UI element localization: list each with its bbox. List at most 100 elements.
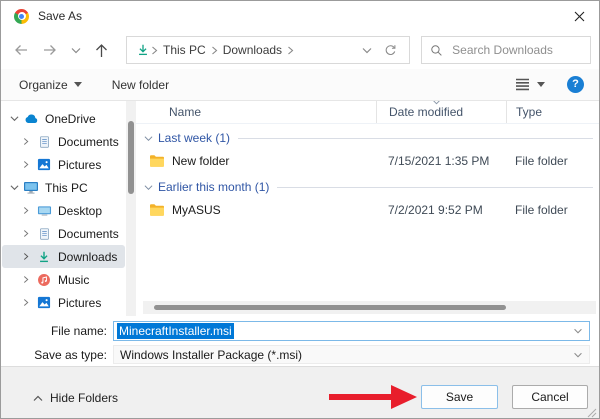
group-label: Earlier this month (1) (158, 180, 269, 194)
chevron-down-icon[interactable] (10, 184, 23, 191)
organize-label: Organize (19, 78, 68, 92)
save-as-dialog: Save As This PC Downloads (0, 0, 600, 419)
resize-grip[interactable] (587, 408, 597, 418)
recent-locations-button[interactable] (71, 47, 81, 54)
address-dropdown-button[interactable] (356, 47, 378, 54)
group-header-earlier-this-month[interactable]: Earlier this month (1) (136, 176, 599, 198)
dialog-footer: Hide Folders Save Cancel (1, 366, 599, 419)
sidebar-item-label: This PC (45, 181, 88, 195)
chevron-right-icon[interactable] (23, 252, 36, 261)
sort-indicator-icon (432, 101, 441, 105)
dropdown-caret-icon (74, 82, 82, 87)
file-type: File folder (506, 203, 599, 217)
file-name-value: MinecraftInstaller.msi (117, 323, 234, 339)
downloads-icon (36, 249, 52, 265)
chevron-right-icon[interactable] (23, 298, 36, 307)
sidebar-item-label: Pictures (58, 296, 101, 310)
group-header-last-week[interactable]: Last week (1) (136, 127, 599, 149)
file-name: MyASUS (172, 203, 221, 217)
new-folder-button[interactable]: New folder (112, 78, 169, 92)
up-button[interactable] (94, 43, 109, 58)
group-rule-line (277, 187, 593, 188)
change-view-button[interactable] (515, 78, 545, 91)
sidebar-item-pictures[interactable]: Pictures (2, 291, 125, 314)
music-icon (36, 272, 52, 288)
column-header-name[interactable]: Name (136, 105, 376, 119)
horizontal-scrollbar-thumb[interactable] (154, 305, 506, 310)
organize-button[interactable]: Organize (19, 78, 82, 92)
help-button[interactable]: ? (567, 76, 584, 93)
cancel-button[interactable]: Cancel (512, 385, 588, 409)
sidebar-item-desktop[interactable]: Desktop (2, 199, 125, 222)
breadcrumb-downloads[interactable]: Downloads (219, 43, 286, 57)
file-fields: File name: MinecraftInstaller.msi Save a… (1, 316, 599, 366)
search-placeholder: Search Downloads (452, 43, 553, 57)
breadcrumb-this-pc[interactable]: This PC (159, 43, 210, 57)
file-row-myasus[interactable]: MyASUS 7/2/2021 9:52 PM File folder (136, 198, 599, 222)
chevron-right-icon[interactable] (23, 275, 36, 284)
file-date-modified: 7/15/2021 1:35 PM (376, 154, 506, 168)
dropdown-caret-icon (537, 82, 545, 87)
main-area: OneDrive Documents Pictures This PC (1, 101, 599, 316)
sidebar-item-label: Music (58, 273, 89, 287)
chevron-right-icon[interactable] (23, 206, 36, 215)
document-icon (36, 134, 52, 150)
downloads-location-icon (136, 43, 150, 57)
sidebar-item-label: Desktop (58, 204, 102, 218)
horizontal-scrollbar[interactable] (143, 301, 596, 314)
navigation-bar: This PC Downloads Search Downloads (1, 31, 599, 69)
chevron-down-icon (144, 184, 158, 191)
sidebar-item-downloads[interactable]: Downloads (2, 245, 125, 268)
chevron-down-icon (573, 352, 583, 358)
group-rule-line (238, 138, 593, 139)
sidebar-item-pictures-onedrive[interactable]: Pictures (2, 153, 125, 176)
sidebar-item-label: Documents (58, 135, 119, 149)
forward-button[interactable] (42, 43, 58, 57)
chevron-down-icon[interactable] (10, 115, 23, 122)
address-bar[interactable]: This PC Downloads (126, 36, 410, 64)
sidebar-item-onedrive[interactable]: OneDrive (2, 107, 125, 130)
sidebar-item-documents[interactable]: Documents (2, 222, 125, 245)
back-arrow-icon (13, 43, 29, 57)
new-folder-label: New folder (112, 78, 169, 92)
hide-folders-button[interactable]: Hide Folders (33, 391, 118, 405)
file-name-label: File name: (1, 324, 113, 338)
document-icon (36, 226, 52, 242)
chevron-right-icon[interactable] (23, 160, 36, 169)
column-header-type[interactable]: Type (506, 101, 599, 123)
folder-icon (149, 153, 165, 169)
column-header-date-modified[interactable]: Date modified (376, 101, 506, 123)
sidebar-item-documents-onedrive[interactable]: Documents (2, 130, 125, 153)
search-icon (430, 44, 443, 57)
chevron-down-icon[interactable] (573, 328, 583, 334)
up-arrow-icon (94, 43, 109, 58)
close-icon (574, 11, 585, 22)
save-as-type-select[interactable]: Windows Installer Package (*.msi) (113, 345, 590, 364)
sidebar-scrollbar[interactable] (126, 101, 136, 316)
save-as-type-label: Save as type: (1, 348, 113, 362)
sidebar-scrollbar-thumb[interactable] (128, 121, 134, 194)
file-row-new-folder[interactable]: New folder 7/15/2021 1:35 PM File folder (136, 149, 599, 173)
sidebar-item-music[interactable]: Music (2, 268, 125, 291)
file-name-input[interactable]: MinecraftInstaller.msi (113, 321, 590, 341)
chevron-right-icon[interactable] (23, 137, 36, 146)
breadcrumb-chevron-icon (211, 46, 218, 55)
sidebar-item-label: Downloads (58, 250, 117, 264)
list-view-icon (515, 78, 530, 91)
onedrive-cloud-icon (23, 111, 39, 127)
back-button[interactable] (13, 43, 29, 57)
chevron-right-icon[interactable] (23, 229, 36, 238)
file-list: Name Date modified Type Last week (1) Ne… (136, 101, 599, 316)
refresh-button[interactable] (378, 44, 403, 57)
hide-folders-label: Hide Folders (50, 391, 118, 405)
address-dropdown-icon (362, 47, 372, 54)
search-box[interactable]: Search Downloads (421, 36, 591, 64)
sidebar-item-this-pc[interactable]: This PC (2, 176, 125, 199)
close-button[interactable] (559, 1, 599, 31)
column-headers: Name Date modified Type (136, 101, 599, 124)
computer-icon (23, 180, 39, 196)
history-dropdown-icon (71, 47, 81, 54)
file-type: File folder (506, 154, 599, 168)
save-button[interactable]: Save (421, 385, 498, 409)
window-title: Save As (38, 9, 82, 23)
